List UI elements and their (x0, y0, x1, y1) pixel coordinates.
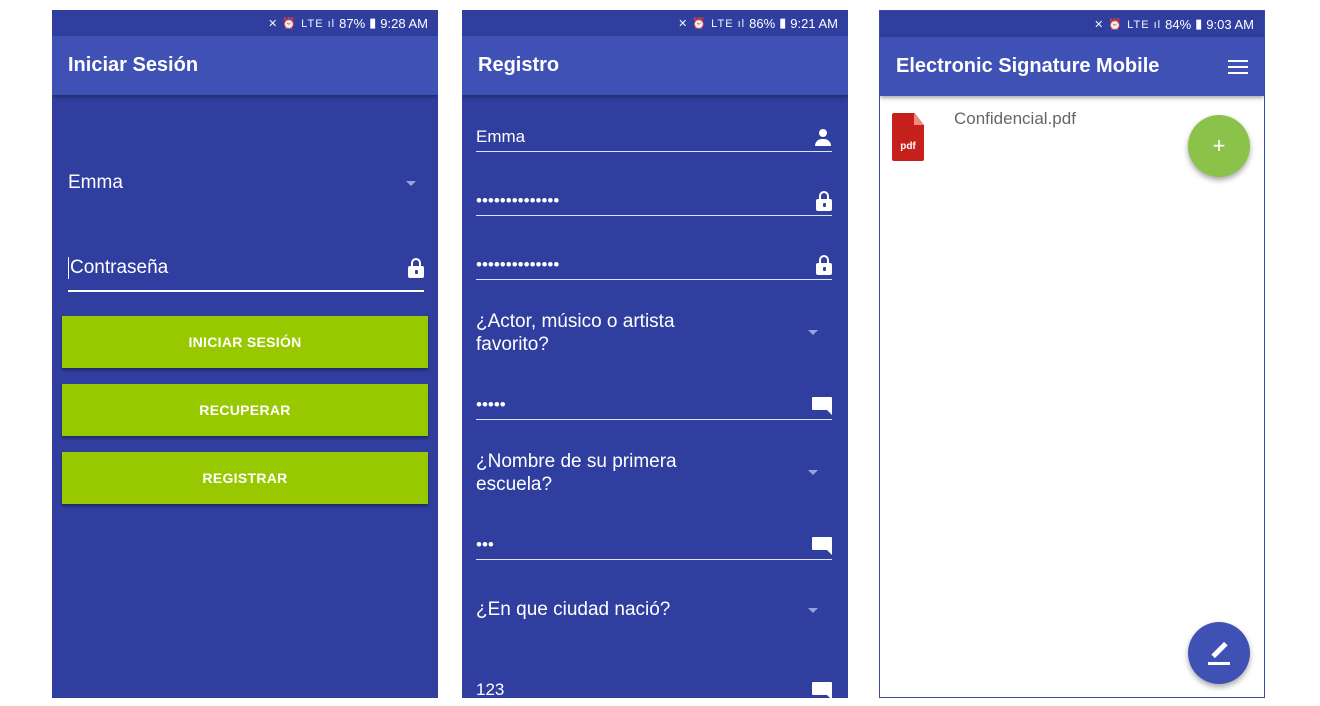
battery-level: 87% (339, 15, 366, 31)
confirm-password-value: •••••••••••••• (476, 255, 560, 274)
register-button[interactable]: REGISTRAR (62, 452, 428, 504)
chat-icon (812, 682, 832, 698)
app-bar: Registro (462, 36, 848, 95)
chat-icon (812, 537, 832, 555)
status-bar: ✕ ⏰ LTE ıl 87% ▮ 9:28 AM (52, 10, 438, 36)
confirm-password-field[interactable]: •••••••••••••• (476, 246, 832, 280)
status-icons: ✕ ⏰ LTE ıl (268, 17, 336, 30)
answer-3-value: 123 (476, 680, 505, 698)
clock: 9:28 AM (380, 15, 428, 31)
list-item[interactable]: pdf Confidencial.pdf (892, 109, 1076, 163)
status-icons: ✕ ⏰ LTE ıl (678, 17, 746, 30)
battery-level: 86% (749, 15, 776, 31)
security-question-1: ¿Actor, músico o artista favorito? (476, 311, 675, 355)
dropdown-arrow-icon (808, 608, 818, 613)
sign-document-button[interactable] (1188, 622, 1250, 684)
security-question-1-spinner[interactable]: ¿Actor, músico o artista favorito? (476, 310, 726, 356)
battery-icon: ▮ (779, 15, 787, 30)
clock: 9:21 AM (790, 15, 838, 31)
dropdown-arrow-icon (808, 330, 818, 335)
security-question-3-spinner[interactable]: ¿En que ciudad nació? (476, 598, 806, 621)
status-bar: ✕ ⏰ LTE ıl 86% ▮ 9:21 AM (462, 10, 848, 36)
dropdown-arrow-icon (808, 470, 818, 475)
login-button[interactable]: INICIAR SESIÓN (62, 316, 428, 368)
answer-1-value: ••••• (476, 395, 506, 414)
recover-button[interactable]: RECUPERAR (62, 384, 428, 436)
register-screen: ✕ ⏰ LTE ıl 86% ▮ 9:21 AM Registro Emma •… (462, 10, 848, 698)
pencil-icon (1208, 641, 1230, 665)
username-value: Emma (476, 127, 526, 146)
battery-icon: ▮ (369, 15, 377, 30)
answer-1-field[interactable]: ••••• (476, 384, 832, 420)
chat-icon (812, 397, 832, 415)
user-spinner[interactable]: Emma (68, 163, 416, 203)
page-title: Registro (478, 54, 560, 76)
password-field[interactable]: Contraseña (68, 246, 424, 292)
security-question-2: ¿Nombre de su primera escuela? (476, 451, 677, 495)
login-screen: ✕ ⏰ LTE ıl 87% ▮ 9:28 AM Iniciar Sesión … (52, 10, 438, 698)
password-value: •••••••••••••• (476, 191, 560, 210)
document-name: Confidencial.pdf (954, 109, 1076, 128)
menu-icon[interactable] (1228, 59, 1248, 74)
clock: 9:03 AM (1206, 16, 1254, 32)
pdf-label: pdf (900, 141, 916, 152)
answer-2-value: ••• (476, 535, 494, 554)
battery-icon: ▮ (1195, 16, 1203, 31)
status-icons: ✕ ⏰ LTE ıl (1094, 18, 1162, 31)
username-field[interactable]: Emma (476, 118, 832, 152)
page-title: Electronic Signature Mobile (896, 55, 1160, 77)
text-cursor (68, 257, 69, 279)
pdf-file-icon: pdf (892, 113, 924, 163)
plus-icon: + (1212, 133, 1226, 158)
add-document-button[interactable]: + (1188, 115, 1250, 177)
status-bar: ✕ ⏰ LTE ıl 84% ▮ 9:03 AM (880, 11, 1264, 37)
app-bar: Iniciar Sesión (52, 36, 438, 95)
answer-2-field[interactable]: ••• (476, 524, 832, 560)
documents-screen: ✕ ⏰ LTE ıl 84% ▮ 9:03 AM Electronic Sign… (879, 10, 1265, 698)
answer-3-field[interactable]: 123 (476, 668, 832, 698)
page-title: Iniciar Sesión (68, 54, 199, 76)
dropdown-arrow-icon (406, 180, 416, 186)
security-question-3: ¿En que ciudad nació? (476, 599, 671, 620)
battery-level: 84% (1165, 16, 1192, 32)
person-icon (814, 129, 832, 147)
lock-icon (816, 191, 832, 211)
user-spinner-value: Emma (68, 172, 123, 193)
security-question-2-spinner[interactable]: ¿Nombre de su primera escuela? (476, 450, 726, 496)
app-bar: Electronic Signature Mobile (880, 37, 1264, 96)
password-field[interactable]: •••••••••••••• (476, 182, 832, 216)
lock-icon (408, 258, 424, 278)
password-placeholder: Contraseña (70, 257, 169, 278)
lock-icon (816, 255, 832, 275)
